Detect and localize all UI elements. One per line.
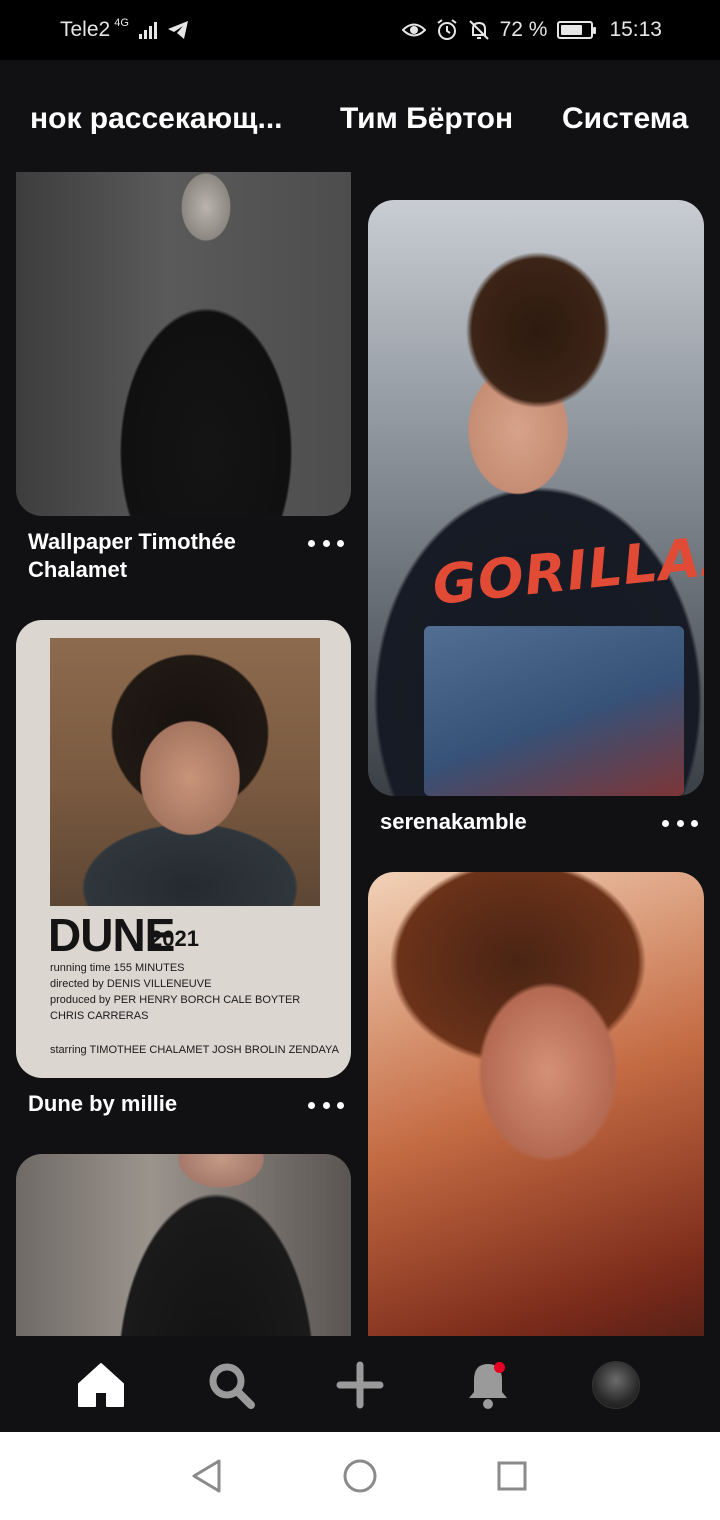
home-circle-icon (343, 1459, 377, 1493)
dune-poster-photo (50, 638, 320, 906)
pin-image-wallpaper[interactable] (16, 172, 351, 516)
back-icon (192, 1459, 221, 1493)
pin-image-coat[interactable] (16, 1154, 351, 1336)
home-icon (78, 1363, 124, 1407)
pin-title[interactable]: Wallpaper Timothée Chalamet (28, 528, 288, 584)
alarm-icon (436, 19, 457, 40)
dune-poster-year: 2021 (150, 926, 199, 951)
system-navigation-bar (0, 1432, 720, 1520)
more-options-button[interactable] (308, 1097, 344, 1113)
dune-produced-by: produced by PER HENRY BORCH CALE BOYTER (50, 994, 301, 1006)
pin-image-gorillaz[interactable]: GORILLAZ (368, 200, 704, 796)
more-dots-icon (308, 539, 315, 547)
status-bar: Tele2 4G 72 % 15:13 (0, 0, 720, 60)
status-left: Tele2 4G (60, 17, 189, 42)
pin-feed: Wallpaper Timothée Chalamet DUNE 2021 ru… (0, 172, 720, 1336)
search-icon (209, 1363, 255, 1409)
tshirt-art (424, 626, 684, 796)
tshirt-print: GORILLAZ (429, 521, 704, 618)
topic-tab-2[interactable]: Тим Бёртон (340, 102, 513, 136)
dune-running-time: running time 155 MINUTES (50, 962, 185, 974)
recents-button[interactable] (490, 1454, 534, 1498)
dune-produced-by-2: CHRIS CARRERAS (50, 1010, 149, 1022)
pin-title[interactable]: serenakamble (380, 808, 640, 836)
nav-notifications[interactable] (461, 1358, 515, 1412)
bell-off-icon (468, 20, 489, 40)
pin-title[interactable]: Dune by millie (28, 1090, 288, 1118)
battery-level (561, 25, 582, 35)
add-icon (336, 1361, 384, 1409)
nav-home[interactable] (74, 1358, 128, 1412)
network-type: 4G (114, 17, 129, 29)
battery-icon (557, 21, 597, 39)
carrier-name: Tele2 (60, 18, 111, 41)
recents-icon (497, 1461, 527, 1491)
more-dots-icon (662, 819, 669, 827)
status-right: 72 % 15:13 (401, 18, 662, 42)
nav-search[interactable] (204, 1358, 258, 1412)
topic-tab-1[interactable]: нок рассекающ... (30, 102, 283, 136)
telegram-icon (167, 21, 188, 39)
clock: 15:13 (609, 18, 662, 41)
pinterest-home-screen: Tele2 4G 72 % 15:13 нок рассекающ... Тим… (0, 0, 720, 1520)
more-options-button[interactable] (308, 535, 344, 551)
topic-tab-3[interactable]: Система (562, 102, 688, 136)
pin-image-dune-poster[interactable]: DUNE 2021 running time 155 MINUTES direc… (16, 620, 351, 1078)
dune-directed-by: directed by DENIS VILLENEUVE (50, 978, 212, 990)
pin-image-portrait[interactable] (368, 872, 704, 1336)
signal-icon (138, 21, 157, 39)
dune-starring: starring TIMOTHEE CHALAMET JOSH BROLIN Z… (50, 1044, 339, 1056)
bottom-navigation (0, 1336, 720, 1432)
system-home-button[interactable] (338, 1454, 382, 1498)
more-options-button[interactable] (662, 815, 698, 831)
battery-percent: 72 % (499, 18, 548, 41)
back-button[interactable] (184, 1454, 228, 1498)
more-dots-icon (308, 1101, 315, 1109)
eye-icon (401, 23, 426, 37)
nav-profile[interactable] (589, 1358, 643, 1412)
notification-dot (494, 1362, 505, 1373)
nav-create[interactable] (333, 1358, 387, 1412)
topic-tabs: нок рассекающ... Тим Бёртон Система (0, 60, 720, 172)
profile-avatar (592, 1361, 640, 1409)
